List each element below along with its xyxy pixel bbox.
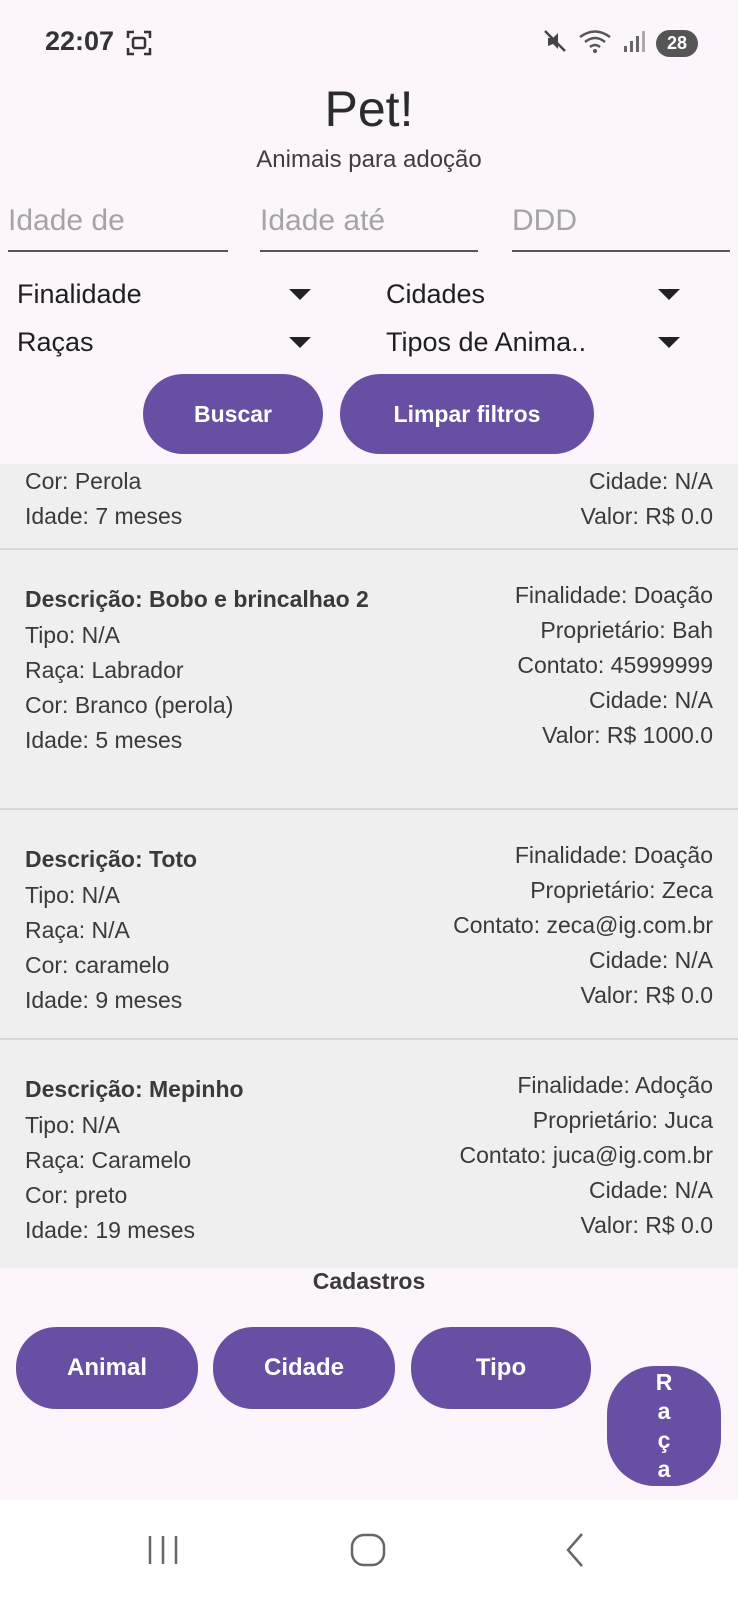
card-cor: Cor: Branco (perola) [25, 692, 234, 718]
screen-record-icon [126, 30, 152, 61]
animal-button[interactable]: Animal [16, 1327, 198, 1409]
card-cidade: Cidade: N/A [588, 687, 713, 713]
tipos-label: Tipos de Anima.. [386, 326, 587, 357]
card-descricao: Descrição: Bobo e brincalhao 2 [25, 586, 369, 612]
card-valor: Valor: R$ 0.0 [580, 503, 713, 529]
tipo-button[interactable]: Tipo [411, 1327, 591, 1409]
card-cidade: Cidade: N/A [588, 1177, 713, 1203]
list-item[interactable]: Descrição: Toto Tipo: N/A Raça: N/A Cor:… [0, 810, 738, 1040]
navigation-bar [0, 1500, 738, 1600]
raca-button-char: a [657, 1398, 671, 1424]
card-cor: Cor: caramelo [25, 952, 170, 978]
home-icon[interactable] [348, 1530, 388, 1575]
status-bar: 22:07 28 [0, 0, 738, 88]
card-descricao: Descrição: Toto [25, 846, 198, 872]
list-item[interactable]: Descrição: Bobo e brincalhao 2 Tipo: N/A… [0, 550, 738, 810]
chevron-down-icon [658, 288, 680, 300]
buscar-button[interactable]: Buscar [143, 374, 323, 454]
cidades-label: Cidades [386, 278, 486, 309]
card-tipo: Tipo: N/A [25, 622, 121, 648]
card-proprietario: Proprietário: Zeca [530, 877, 713, 903]
signal-icon [622, 28, 646, 59]
card-valor: Valor: R$ 0.0 [580, 1212, 713, 1238]
card-contato: Contato: juca@ig.com.br [459, 1142, 713, 1168]
raca-button-char: ç [657, 1427, 671, 1453]
app-title: Pet! [324, 81, 414, 137]
card-cidade: Cidade: N/A [588, 947, 713, 973]
card-cor: Cor: Perola [25, 468, 142, 494]
card-finalidade: Finalidade: Doação [514, 582, 713, 608]
chevron-down-icon [289, 288, 311, 300]
status-icons: 28 [542, 28, 698, 59]
chevron-down-icon [289, 336, 311, 348]
ddd-input[interactable] [512, 198, 730, 238]
card-finalidade: Finalidade: Doação [514, 842, 713, 868]
wifi-icon [578, 28, 612, 59]
racas-label: Raças [17, 326, 94, 357]
idade-ate-input[interactable] [260, 198, 478, 238]
raca-button-char: a [657, 1456, 671, 1482]
list-item[interactable]: Cor: Perola Idade: 7 meses Cidade: N/A V… [0, 464, 738, 550]
cidade-button[interactable]: Cidade [213, 1327, 395, 1409]
finalidade-label: Finalidade [17, 278, 142, 309]
racas-dropdown[interactable]: Raças [17, 322, 317, 362]
list-item[interactable]: Descrição: Mepinho Tipo: N/A Raça: Caram… [0, 1040, 738, 1268]
chevron-down-icon [658, 336, 680, 348]
card-proprietario: Proprietário: Bah [540, 617, 713, 643]
card-cidade: Cidade: N/A [588, 468, 713, 494]
idade-ate-field[interactable] [260, 198, 478, 252]
card-idade: Idade: 9 meses [25, 987, 183, 1013]
battery-icon: 28 [656, 30, 698, 57]
mute-icon [542, 28, 568, 59]
raca-button-char: R [655, 1369, 673, 1395]
card-idade: Idade: 19 meses [25, 1217, 196, 1243]
finalidade-dropdown[interactable]: Finalidade [17, 274, 317, 314]
card-idade: Idade: 7 meses [25, 503, 183, 529]
card-tipo: Tipo: N/A [25, 1112, 121, 1138]
recents-icon[interactable] [145, 1530, 181, 1575]
back-icon[interactable] [560, 1530, 590, 1575]
cadastros-title: Cadastros [312, 1268, 426, 1294]
card-valor: Valor: R$ 1000.0 [542, 722, 713, 748]
card-cor: Cor: preto [25, 1182, 128, 1208]
card-valor: Valor: R$ 0.0 [580, 982, 713, 1008]
limpar-filtros-button[interactable]: Limpar filtros [340, 374, 594, 454]
card-contato: Contato: 45999999 [517, 652, 713, 678]
raca-button[interactable]: R a ç a [607, 1366, 721, 1486]
card-finalidade: Finalidade: Adoção [517, 1072, 713, 1098]
card-descricao: Descrição: Mepinho [25, 1076, 244, 1102]
card-tipo: Tipo: N/A [25, 882, 121, 908]
idade-de-field[interactable] [8, 198, 228, 252]
card-raca: Raça: Caramelo [25, 1147, 192, 1173]
status-time: 22:07 [45, 26, 115, 56]
card-proprietario: Proprietário: Juca [532, 1107, 713, 1133]
card-raca: Raça: N/A [25, 917, 130, 943]
idade-de-input[interactable] [8, 198, 228, 238]
ddd-field[interactable] [512, 198, 730, 252]
tipos-dropdown[interactable]: Tipos de Anima.. [386, 322, 686, 362]
cidades-dropdown[interactable]: Cidades [386, 274, 686, 314]
app-subtitle: Animais para adoção [256, 146, 482, 173]
card-idade: Idade: 5 meses [25, 727, 183, 753]
card-contato: Contato: zeca@ig.com.br [453, 912, 713, 938]
animal-list[interactable]: Cor: Perola Idade: 7 meses Cidade: N/A V… [0, 464, 738, 1268]
card-raca: Raça: Labrador [25, 657, 184, 683]
